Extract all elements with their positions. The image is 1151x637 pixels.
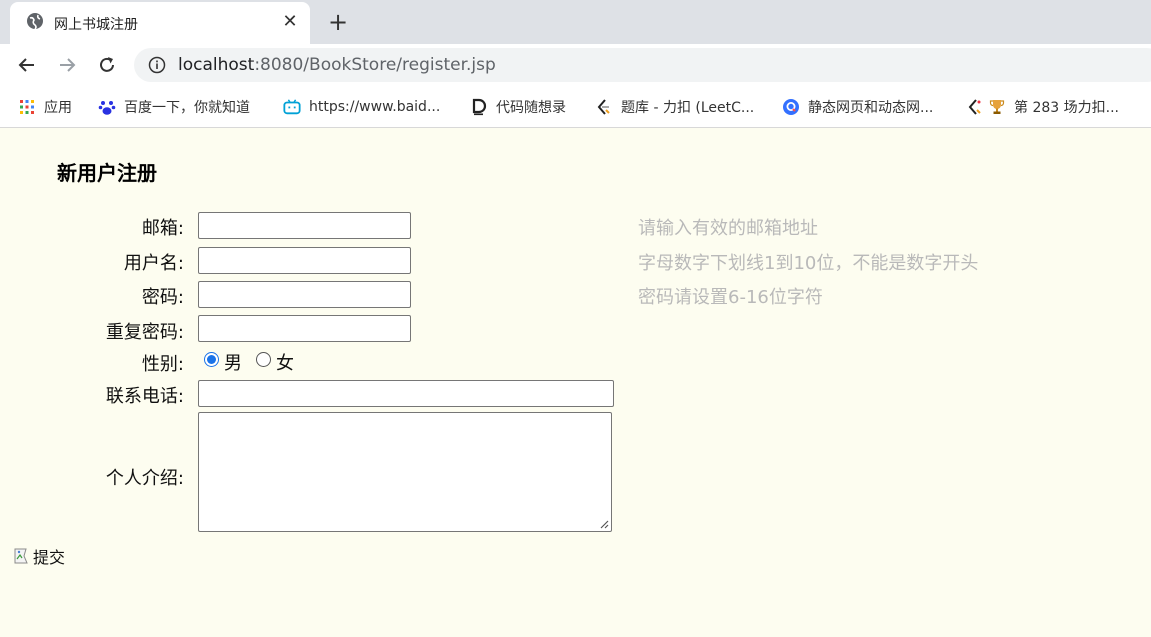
submit-label: 提交 <box>33 548 66 567</box>
url-text: localhost:8080/BookStore/register.jsp <box>178 55 496 75</box>
browser-toolbar: localhost:8080/BookStore/register.jsp <box>0 44 1151 86</box>
username-hint: 字母数字下划线1到10位，不能是数字开头 <box>638 253 979 274</box>
bookmark-bilibili[interactable]: https://www.baid... <box>283 97 440 117</box>
search-q-icon <box>782 98 800 116</box>
phone-input[interactable] <box>198 380 614 407</box>
gender-male-radio[interactable] <box>204 352 219 367</box>
username-input[interactable] <box>198 247 411 274</box>
intro-label: 个人介绍: <box>105 468 184 489</box>
email-input[interactable] <box>198 212 411 239</box>
intro-textarea[interactable] <box>198 412 612 532</box>
new-tab-icon[interactable]: + <box>324 8 352 36</box>
gender-label: 性别: <box>141 354 184 375</box>
repeat-password-label: 重复密码: <box>105 322 184 343</box>
baidu-paw-icon <box>98 98 116 116</box>
bookmark-apps[interactable]: 应用 <box>18 97 72 117</box>
gender-female-radio[interactable] <box>256 352 271 367</box>
d-logo-icon <box>470 98 488 116</box>
broken-image-icon <box>14 548 28 564</box>
resize-grip-icon[interactable] <box>599 519 609 529</box>
browser-tab[interactable]: 网上书城注册 ✕ <box>10 2 310 44</box>
register-page: 新用户注册 邮箱: 请输入有效的邮箱地址 用户名: 字母数字下划线1到10位，不… <box>0 129 1151 637</box>
reload-icon[interactable] <box>94 52 120 78</box>
username-label: 用户名: <box>123 253 184 274</box>
email-hint: 请输入有效的邮箱地址 <box>638 218 818 239</box>
bookmark-weekly-contest[interactable]: 第 283 场力扣... <box>966 97 1119 117</box>
forward-arrow-icon[interactable] <box>54 52 80 78</box>
leetcode-icon <box>595 98 613 116</box>
password-label: 密码: <box>141 287 184 308</box>
password-input[interactable] <box>198 281 411 308</box>
submit-button[interactable]: 提交 <box>13 545 65 567</box>
gender-male-label[interactable]: 男 <box>224 349 242 375</box>
trophy-icon <box>988 98 1006 116</box>
apps-grid-icon <box>18 98 36 116</box>
back-arrow-icon[interactable] <box>14 52 40 78</box>
close-icon[interactable]: ✕ <box>280 11 300 32</box>
info-icon[interactable] <box>148 56 166 74</box>
email-label: 邮箱: <box>141 218 184 239</box>
bookmarks-bar: 应用 百度一下，你就知道 https://www.baid... 代码随想录 题… <box>0 86 1151 128</box>
tab-strip: 网上书城注册 ✕ + <box>0 0 1151 44</box>
bookmark-leetcode[interactable]: 题库 - 力扣 (LeetC... <box>595 97 754 117</box>
bookmark-static-dynamic[interactable]: 静态网页和动态网... <box>782 97 933 117</box>
bookmark-daimasuixianglu[interactable]: 代码随想录 <box>470 97 566 117</box>
tab-title: 网上书城注册 <box>54 17 138 33</box>
page-title: 新用户注册 <box>57 161 157 185</box>
repeat-password-input[interactable] <box>198 315 411 342</box>
address-bar[interactable]: localhost:8080/BookStore/register.jsp <box>134 48 1151 82</box>
globe-icon <box>27 13 43 30</box>
leetcode-icon <box>966 98 984 116</box>
gender-female-label[interactable]: 女 <box>276 349 294 375</box>
bookmark-baidu[interactable]: 百度一下，你就知道 <box>98 97 250 117</box>
bilibili-tv-icon <box>283 98 301 116</box>
password-hint: 密码请设置6-16位字符 <box>638 287 823 308</box>
phone-label: 联系电话: <box>105 386 184 407</box>
